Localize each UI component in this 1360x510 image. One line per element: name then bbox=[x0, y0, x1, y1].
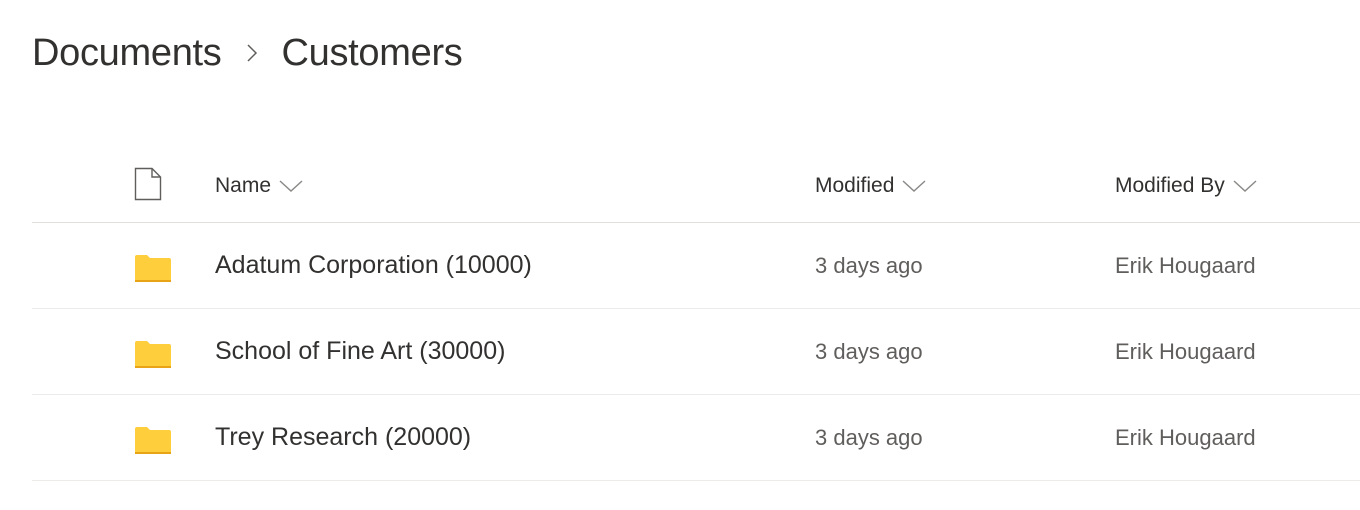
row-name: Adatum Corporation (10000) bbox=[215, 223, 532, 308]
file-icon bbox=[134, 167, 162, 206]
row-modified: 3 days ago bbox=[815, 309, 923, 394]
folder-name-link[interactable]: School of Fine Art (30000) bbox=[215, 337, 505, 366]
modified-date: 3 days ago bbox=[815, 338, 923, 364]
folder-name-link[interactable]: Adatum Corporation (10000) bbox=[215, 251, 532, 280]
chevron-down-icon bbox=[1233, 179, 1257, 193]
row-modified: 3 days ago bbox=[815, 395, 923, 480]
modified-by-name: Erik Hougaard bbox=[1115, 424, 1256, 450]
modified-by-name: Erik Hougaard bbox=[1115, 338, 1256, 364]
folder-icon bbox=[134, 223, 178, 310]
file-type-column-header[interactable] bbox=[134, 150, 178, 222]
modified-date: 3 days ago bbox=[815, 424, 923, 450]
modified-date: 3 days ago bbox=[815, 252, 923, 278]
modified-column-header[interactable]: Modified bbox=[815, 150, 926, 222]
row-name: Trey Research (20000) bbox=[215, 395, 471, 480]
row-name: School of Fine Art (30000) bbox=[215, 309, 505, 394]
breadcrumb-item-documents[interactable]: Documents bbox=[32, 32, 222, 75]
folder-name-link[interactable]: Trey Research (20000) bbox=[215, 423, 471, 452]
name-column-label: Name bbox=[215, 174, 272, 197]
breadcrumb-item-customers[interactable]: Customers bbox=[282, 32, 463, 75]
table-row[interactable]: Trey Research (20000) 3 days ago Erik Ho… bbox=[32, 395, 1360, 481]
chevron-right-icon bbox=[224, 41, 280, 65]
table-row[interactable]: Adatum Corporation (10000) 3 days ago Er… bbox=[32, 223, 1360, 309]
chevron-down-icon bbox=[902, 179, 926, 193]
document-list: Name Modified Modified By Adatum Corpora… bbox=[32, 150, 1360, 481]
folder-icon bbox=[134, 309, 178, 396]
chevron-down-icon bbox=[279, 179, 303, 193]
name-column-header[interactable]: Name bbox=[215, 150, 303, 222]
folder-icon bbox=[134, 395, 178, 482]
modified-by-column-header[interactable]: Modified By bbox=[1115, 150, 1257, 222]
column-header-row: Name Modified Modified By bbox=[32, 150, 1360, 223]
row-modified-by: Erik Hougaard bbox=[1115, 309, 1256, 394]
modified-by-column-label: Modified By bbox=[1115, 174, 1225, 197]
row-modified: 3 days ago bbox=[815, 223, 923, 308]
breadcrumb: Documents Customers bbox=[32, 26, 463, 80]
row-modified-by: Erik Hougaard bbox=[1115, 223, 1256, 308]
row-modified-by: Erik Hougaard bbox=[1115, 395, 1256, 480]
modified-by-name: Erik Hougaard bbox=[1115, 252, 1256, 278]
table-row[interactable]: School of Fine Art (30000) 3 days ago Er… bbox=[32, 309, 1360, 395]
modified-column-label: Modified bbox=[815, 174, 895, 197]
